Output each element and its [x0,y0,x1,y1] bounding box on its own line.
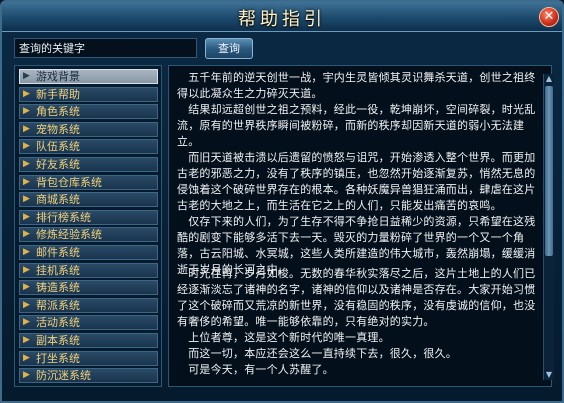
chevron-right-icon: ▶ [23,88,30,99]
sidebar-item-label: 宠物系统 [36,122,80,136]
chevron-right-icon: ▶ [23,141,30,152]
sidebar-item[interactable]: ▶ 邮件系统 [19,245,158,260]
search-button[interactable]: 查询 [205,38,253,59]
content-paragraph: 五千年前的逆天创世一战，宇内生灵皆倾其灵识舞杀天道，创世之祖终得以此凝众生之力碎… [177,71,536,148]
sidebar-item-label: 活动系统 [36,316,80,330]
help-category-list: ▶ 游戏背景 ▶ 新手帮助 ▶ 角色系统 ▶ 宠物系统 ▶ 队伍系统 ▶ 好友系统 ▶ 背包仓库系统 ▶ 商城… [14,65,162,387]
sidebar-item[interactable]: ▶ 角色系统 [19,104,158,120]
sidebar-item[interactable]: ▶ 宠物系统 [19,121,158,137]
sidebar-item-label: 邮件系统 [36,246,80,259]
sidebar-item-label: 帮派系统 [36,298,80,312]
sidebar-item[interactable]: ▶ 铸造系统 [19,280,158,296]
chevron-right-icon: ▶ [23,352,30,363]
sidebar-item-label: 挂机系统 [36,263,80,277]
sidebar-item[interactable]: ▶ 好友系统 [19,157,158,172]
close-button[interactable]: ✕ [539,7,559,27]
chevron-right-icon: ▶ [23,194,30,205]
sidebar-item-label: 队伍系统 [36,140,80,154]
sidebar-item-label: 修炼经验系统 [36,228,102,242]
sidebar-item-label: 打坐系统 [36,351,80,365]
chevron-right-icon: ▶ [23,335,30,345]
chevron-right-icon: ▶ [23,299,30,310]
sidebar-item-label: 好友系统 [36,158,80,171]
sidebar-item[interactable]: ▶ 修炼经验系统 [19,227,158,243]
chevron-right-icon: ▶ [23,159,30,169]
sidebar-item-label: 背包仓库系统 [36,175,102,189]
sidebar-item[interactable]: ▶ 活动系统 [19,315,158,331]
sidebar-item[interactable]: ▶ 帮派系统 [19,297,158,313]
chevron-right-icon: ▶ [23,229,30,240]
chevron-right-icon: ▶ [23,176,30,187]
title-bar[interactable]: 帮助指引 ✕ [2,2,562,32]
scroll-up-arrow-icon[interactable]: ▲ [544,74,554,84]
sidebar-item-label: 排行榜系统 [36,210,91,224]
chevron-right-icon: ▶ [23,264,30,275]
chevron-right-icon: ▶ [23,370,30,381]
sidebar-item-label: 铸造系统 [36,281,80,295]
scroll-thumb[interactable] [545,86,553,256]
chevron-right-icon: ▶ [23,247,30,257]
sidebar-item[interactable]: ▶ 挂机系统 [19,262,158,278]
chevron-right-icon: ▶ [23,71,30,81]
sidebar-item[interactable]: ▶ 防沉迷系统 [19,368,158,384]
sidebar-item-label: 角色系统 [36,105,80,119]
chevron-right-icon: ▶ [23,106,30,117]
chevron-right-icon: ▶ [23,317,30,328]
sidebar-item[interactable]: ▶ 队伍系统 [19,139,158,155]
sidebar-item-label: 新手帮助 [36,87,80,101]
window-title: 帮助指引 [238,9,326,30]
sidebar-item-label: 商城系统 [36,193,80,207]
sidebar-item-label: 副本系统 [36,334,80,347]
chevron-right-icon: ▶ [23,282,30,293]
sidebar-item[interactable]: ▶ 商城系统 [19,192,158,208]
chevron-right-icon: ▶ [23,123,30,134]
sidebar-item-label: 防沉迷系统 [36,369,91,383]
content-paragraph: 而旧天道被击溃以后遗留的愤怒与诅咒，开始渗透入整个世界。而更加古老的邪恶之力，没… [177,151,536,212]
sidebar-item[interactable]: ▶ 游戏背景 [19,69,158,84]
sidebar-item[interactable]: ▶ 新手帮助 [19,86,158,102]
content-scrollbar[interactable]: ▲ ▼ [543,74,554,380]
sidebar-item-label: 游戏背景 [36,70,80,83]
sidebar-item[interactable]: ▶ 排行榜系统 [19,209,158,225]
help-guide-window: 帮助指引 ✕ 查询 ▶ 游戏背景 ▶ 新手帮助 ▶ 角色系统 ▶ 宠物系统 ▶ 队伍系统 ▶ 好友系统… [0,0,564,403]
chevron-right-icon: ▶ [23,211,30,222]
search-input[interactable] [14,38,197,58]
sidebar-item[interactable]: ▶ 副本系统 [19,333,158,348]
site-watermark-logo [460,338,560,398]
sidebar-item[interactable]: ▶ 打坐系统 [19,350,158,366]
sidebar-item[interactable]: ▶ 背包仓库系统 [19,174,158,190]
